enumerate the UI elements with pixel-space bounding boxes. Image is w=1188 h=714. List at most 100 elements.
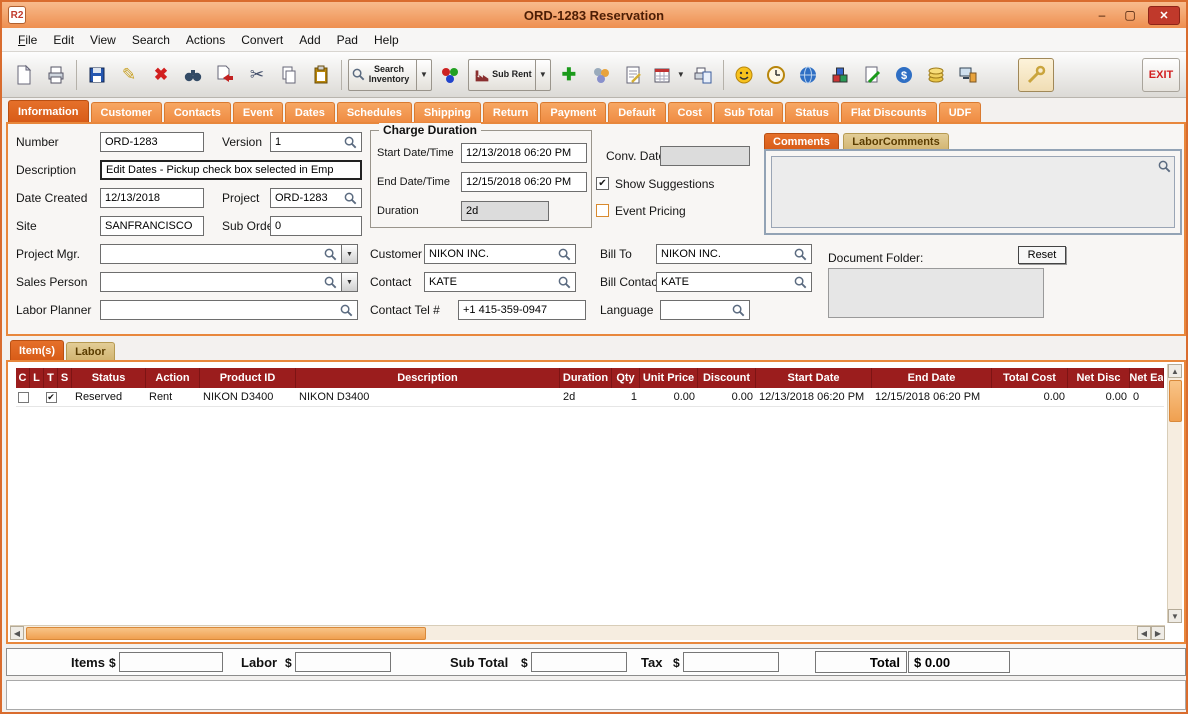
chevron-down-icon[interactable]: ▼ bbox=[535, 60, 547, 90]
labor-planner-input[interactable] bbox=[100, 300, 358, 320]
menu-add[interactable]: Add bbox=[291, 30, 328, 50]
contact-input[interactable]: KATE bbox=[424, 272, 576, 292]
scroll-right-icon[interactable]: ▶ bbox=[1151, 626, 1165, 640]
col-qty[interactable]: Qty bbox=[612, 368, 640, 388]
menu-view[interactable]: View bbox=[82, 30, 124, 50]
tab-return[interactable]: Return bbox=[483, 102, 538, 122]
search-icon[interactable] bbox=[344, 192, 357, 205]
scroll-up-icon[interactable]: ▲ bbox=[1168, 364, 1182, 378]
scroll-left-icon[interactable]: ◀ bbox=[1137, 626, 1151, 640]
search-icon[interactable] bbox=[344, 136, 357, 149]
history-button[interactable] bbox=[760, 57, 792, 93]
chevron-down-icon[interactable]: ▼ bbox=[416, 60, 428, 90]
start-datetime-input[interactable]: 12/13/2018 06:20 PM bbox=[461, 143, 587, 163]
col-s[interactable]: S bbox=[58, 368, 72, 388]
tab-shipping[interactable]: Shipping bbox=[414, 102, 481, 122]
reset-button[interactable]: Reset bbox=[1018, 246, 1066, 264]
delete-button[interactable]: ✖ bbox=[145, 57, 177, 93]
col-duration[interactable]: Duration bbox=[560, 368, 612, 388]
copy-button[interactable] bbox=[273, 57, 305, 93]
groups-button[interactable] bbox=[585, 57, 617, 93]
print-document-button[interactable] bbox=[687, 57, 719, 93]
chevron-down-icon[interactable]: ▼ bbox=[675, 70, 687, 79]
language-input[interactable] bbox=[660, 300, 750, 320]
tab-flat-discounts[interactable]: Flat Discounts bbox=[841, 102, 937, 122]
search-icon[interactable] bbox=[794, 248, 807, 261]
comments-textarea[interactable] bbox=[771, 156, 1175, 228]
col-status[interactable]: Status bbox=[72, 368, 146, 388]
tab-information[interactable]: Information bbox=[8, 100, 89, 122]
minimize-button[interactable]: – bbox=[1092, 8, 1112, 22]
tab-labor[interactable]: Labor bbox=[66, 342, 115, 360]
print-button[interactable] bbox=[40, 57, 72, 93]
event-pricing-checkbox[interactable] bbox=[596, 204, 609, 217]
sales-person-input[interactable] bbox=[100, 272, 342, 292]
col-net-disc[interactable]: Net Disc bbox=[1068, 368, 1130, 388]
tab-sub-total[interactable]: Sub Total bbox=[714, 102, 783, 122]
end-datetime-input[interactable]: 12/15/2018 06:20 PM bbox=[461, 172, 587, 192]
sub-rent-button[interactable]: Sub Rent ▼ bbox=[468, 59, 551, 91]
workstation-button[interactable] bbox=[952, 57, 984, 93]
tab-contacts[interactable]: Contacts bbox=[164, 102, 231, 122]
customer-input[interactable]: NIKON INC. bbox=[424, 244, 576, 264]
conv-date-input[interactable] bbox=[660, 146, 750, 166]
close-button[interactable]: ✕ bbox=[1148, 6, 1180, 25]
maximize-button[interactable]: ▢ bbox=[1120, 8, 1140, 22]
scroll-left-icon[interactable]: ◀ bbox=[10, 626, 24, 640]
search-icon[interactable] bbox=[558, 248, 571, 261]
sub-total-input[interactable] bbox=[531, 652, 627, 672]
menu-actions[interactable]: Actions bbox=[178, 30, 233, 50]
col-net-ea[interactable]: Net Ea bbox=[1130, 368, 1164, 388]
col-end-date[interactable]: End Date bbox=[872, 368, 992, 388]
col-c[interactable]: C bbox=[16, 368, 30, 388]
col-t[interactable]: T bbox=[44, 368, 58, 388]
new-button[interactable] bbox=[8, 57, 40, 93]
money-button[interactable] bbox=[920, 57, 952, 93]
edit-document-button[interactable] bbox=[856, 57, 888, 93]
wand-button[interactable] bbox=[1018, 58, 1054, 92]
description-input[interactable]: Edit Dates - Pickup check box selected i… bbox=[100, 160, 362, 180]
search-icon[interactable] bbox=[558, 276, 571, 289]
tab-schedules[interactable]: Schedules bbox=[337, 102, 412, 122]
menu-search[interactable]: Search bbox=[124, 30, 178, 50]
col-unit-price[interactable]: Unit Price bbox=[640, 368, 698, 388]
col-discount[interactable]: Discount bbox=[698, 368, 756, 388]
dollar-button[interactable]: $ bbox=[888, 57, 920, 93]
menu-pad[interactable]: Pad bbox=[329, 30, 366, 50]
tab-udf[interactable]: UDF bbox=[939, 102, 982, 122]
items-total-input[interactable] bbox=[119, 652, 223, 672]
search-icon[interactable] bbox=[794, 276, 807, 289]
cut-button[interactable]: ✂ bbox=[241, 57, 273, 93]
contact-tel-input[interactable]: +1 415-359-0947 bbox=[458, 300, 586, 320]
convert-button[interactable] bbox=[209, 57, 241, 93]
color-filter-button[interactable] bbox=[434, 57, 466, 93]
tab-cost[interactable]: Cost bbox=[668, 102, 712, 122]
show-suggestions-checkbox[interactable] bbox=[596, 177, 609, 190]
edit-button[interactable]: ✎ bbox=[113, 57, 145, 93]
search-icon[interactable] bbox=[324, 276, 337, 289]
project-input[interactable]: ORD-1283 bbox=[270, 188, 362, 208]
inventory-cubes-button[interactable] bbox=[824, 57, 856, 93]
tab-items[interactable]: Item(s) bbox=[10, 340, 64, 360]
col-action[interactable]: Action bbox=[146, 368, 200, 388]
find-button[interactable] bbox=[177, 57, 209, 93]
search-icon[interactable] bbox=[340, 304, 353, 317]
menu-help[interactable]: Help bbox=[366, 30, 407, 50]
document-folder-box[interactable] bbox=[828, 268, 1044, 318]
paste-button[interactable] bbox=[305, 57, 337, 93]
exit-button[interactable]: EXIT bbox=[1142, 58, 1180, 92]
col-l[interactable]: L bbox=[30, 368, 44, 388]
row-checkbox-c[interactable] bbox=[18, 392, 29, 403]
search-icon[interactable] bbox=[732, 304, 745, 317]
project-mgr-input[interactable] bbox=[100, 244, 342, 264]
tab-default[interactable]: Default bbox=[608, 102, 665, 122]
col-description[interactable]: Description bbox=[296, 368, 560, 388]
tab-comments[interactable]: Comments bbox=[764, 133, 839, 150]
horizontal-scroll-thumb[interactable] bbox=[26, 627, 426, 640]
bill-to-input[interactable]: NIKON INC. bbox=[656, 244, 812, 264]
col-product-id[interactable]: Product ID bbox=[200, 368, 296, 388]
add-button[interactable]: ✚ bbox=[553, 57, 585, 93]
tab-labor-comments[interactable]: LaborComments bbox=[843, 133, 948, 150]
number-input[interactable]: ORD-1283 bbox=[100, 132, 204, 152]
calendar-button[interactable] bbox=[649, 57, 675, 93]
